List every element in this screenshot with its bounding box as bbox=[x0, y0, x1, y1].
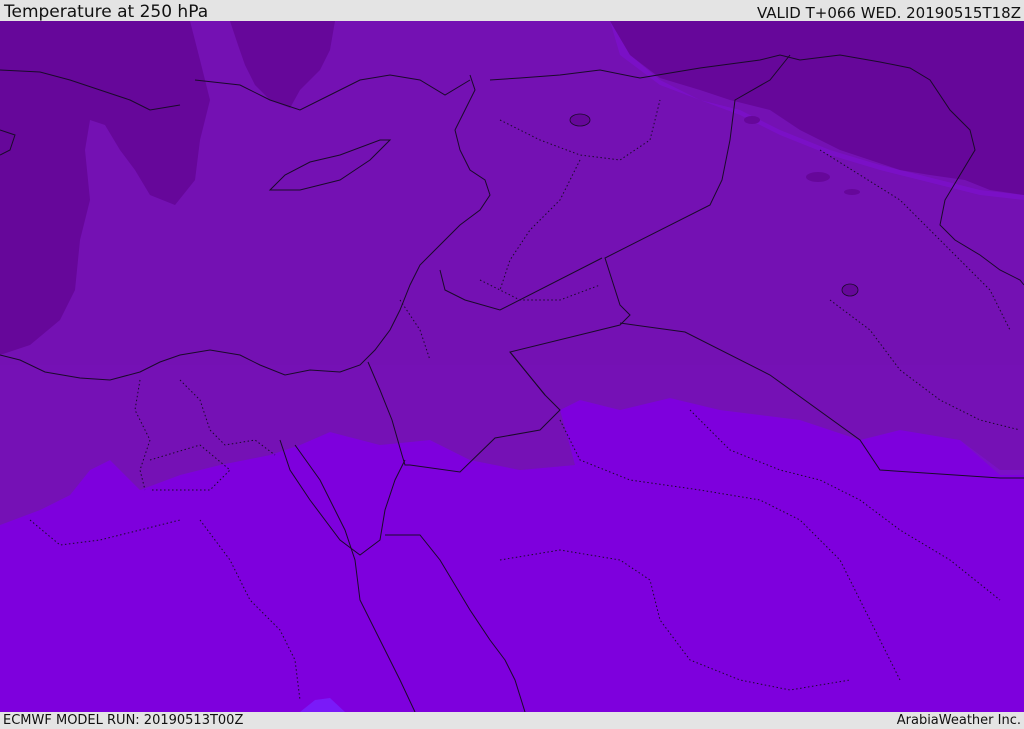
temperature-map[interactable] bbox=[0, 21, 1024, 712]
model-run: ECMWF MODEL RUN: 20190513T00Z bbox=[3, 713, 244, 728]
footer-bar: ECMWF MODEL RUN: 20190513T00Z ArabiaWeat… bbox=[0, 712, 1024, 729]
valid-time: VALID T+066 WED. 20190515T18Z bbox=[756, 4, 1021, 22]
title-bar: Temperature at 250 hPa VALID T+066 WED. … bbox=[0, 0, 1024, 21]
map-title: Temperature at 250 hPa bbox=[4, 2, 209, 22]
credit: ArabiaWeather Inc. bbox=[896, 713, 1021, 728]
